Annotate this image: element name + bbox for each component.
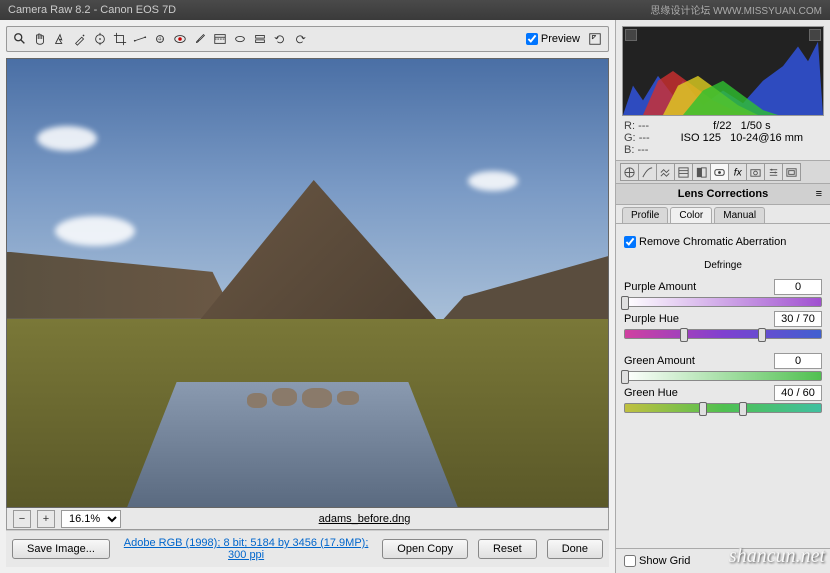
slider-thumb[interactable] bbox=[621, 296, 629, 310]
reset-button[interactable]: Reset bbox=[478, 539, 537, 559]
zoom-in-icon[interactable]: + bbox=[37, 510, 55, 528]
lens-correction-subtabs: Profile Color Manual bbox=[616, 205, 830, 224]
exif-readout: R: --- G: --- B: --- f/22 1/50 s ISO 125… bbox=[616, 116, 830, 161]
image-preview[interactable] bbox=[6, 58, 609, 508]
green-amount-input[interactable] bbox=[774, 353, 822, 369]
green-hue-value: 40 / 60 bbox=[774, 385, 822, 401]
adjustment-brush-tool-icon[interactable] bbox=[191, 30, 209, 48]
basic-tab-icon[interactable] bbox=[620, 163, 639, 181]
radial-filter-tool-icon[interactable] bbox=[231, 30, 249, 48]
preview-checkbox-input[interactable] bbox=[526, 33, 538, 45]
targeted-adjustment-tool-icon[interactable] bbox=[91, 30, 109, 48]
preview-label: Preview bbox=[541, 33, 580, 45]
green-amount-slider: Green Amount bbox=[624, 353, 822, 381]
top-toolbar: Preview bbox=[6, 26, 609, 52]
purple-hue-track[interactable] bbox=[624, 329, 822, 339]
snapshots-tab-icon[interactable] bbox=[782, 163, 801, 181]
preview-checkbox[interactable]: Preview bbox=[526, 33, 580, 45]
green-hue-slider: Green Hue 40 / 60 bbox=[624, 385, 822, 413]
rotate-ccw-icon[interactable] bbox=[271, 30, 289, 48]
defringe-section-title: Defringe bbox=[624, 260, 822, 271]
watermark-bottom: shancun.net bbox=[729, 545, 825, 568]
tone-curve-tab-icon[interactable] bbox=[638, 163, 657, 181]
profile-subtab[interactable]: Profile bbox=[622, 207, 668, 223]
remove-chromatic-aberration-checkbox[interactable]: Remove Chromatic Aberration bbox=[624, 236, 822, 248]
purple-hue-value: 30 / 70 bbox=[774, 311, 822, 327]
workflow-options-link[interactable]: Adobe RGB (1998); 8 bit; 5184 by 3456 (1… bbox=[120, 537, 372, 561]
split-toning-tab-icon[interactable] bbox=[692, 163, 711, 181]
zoom-bar: − + 16.1% adams_before.dng bbox=[6, 508, 609, 530]
red-eye-tool-icon[interactable] bbox=[171, 30, 189, 48]
photo-content bbox=[7, 59, 608, 507]
color-subtab[interactable]: Color bbox=[670, 207, 712, 223]
zoom-select[interactable]: 16.1% bbox=[61, 510, 121, 528]
panel-body: Remove Chromatic Aberration Defringe Pur… bbox=[616, 224, 830, 548]
detail-tab-icon[interactable] bbox=[656, 163, 675, 181]
fullscreen-icon[interactable] bbox=[586, 30, 604, 48]
manual-subtab[interactable]: Manual bbox=[714, 207, 765, 223]
slider-thumb[interactable] bbox=[621, 370, 629, 384]
done-button[interactable]: Done bbox=[547, 539, 603, 559]
svg-text:fx: fx bbox=[734, 167, 743, 178]
open-copy-button[interactable]: Open Copy bbox=[382, 539, 468, 559]
filename-label: adams_before.dng bbox=[127, 513, 602, 525]
hsl-tab-icon[interactable] bbox=[674, 163, 693, 181]
green-amount-track[interactable] bbox=[624, 371, 822, 381]
lens-corrections-tab-icon[interactable] bbox=[710, 163, 729, 181]
histogram[interactable] bbox=[622, 26, 824, 116]
color-sampler-tool-icon[interactable] bbox=[71, 30, 89, 48]
zoom-out-icon[interactable]: − bbox=[13, 510, 31, 528]
watermark-top: 思缘设计论坛 WWW.MISSYUAN.COM bbox=[650, 2, 822, 17]
graduated-filter-tool-icon[interactable] bbox=[211, 30, 229, 48]
slider-thumb-low[interactable] bbox=[680, 328, 688, 342]
preferences-icon[interactable] bbox=[251, 30, 269, 48]
slider-thumb-high[interactable] bbox=[758, 328, 766, 342]
adjustment-panel-tabs: fx bbox=[616, 161, 830, 184]
purple-amount-slider: Purple Amount bbox=[624, 279, 822, 307]
hand-tool-icon[interactable] bbox=[31, 30, 49, 48]
white-balance-tool-icon[interactable] bbox=[51, 30, 69, 48]
effects-tab-icon[interactable]: fx bbox=[728, 163, 747, 181]
purple-hue-slider: Purple Hue 30 / 70 bbox=[624, 311, 822, 339]
crop-tool-icon[interactable] bbox=[111, 30, 129, 48]
panel-title: Lens Corrections ≡ bbox=[616, 184, 830, 205]
rotate-cw-icon[interactable] bbox=[291, 30, 309, 48]
save-image-button[interactable]: Save Image... bbox=[12, 539, 110, 559]
bottom-bar: Save Image... Adobe RGB (1998); 8 bit; 5… bbox=[6, 530, 609, 567]
camera-calibration-tab-icon[interactable] bbox=[746, 163, 765, 181]
panel-menu-icon[interactable]: ≡ bbox=[816, 188, 822, 200]
purple-amount-input[interactable] bbox=[774, 279, 822, 295]
zoom-tool-icon[interactable] bbox=[11, 30, 29, 48]
right-panel: R: --- G: --- B: --- f/22 1/50 s ISO 125… bbox=[615, 20, 830, 573]
presets-tab-icon[interactable] bbox=[764, 163, 783, 181]
window-title: Camera Raw 8.2 - Canon EOS 7D bbox=[8, 4, 176, 16]
green-hue-track[interactable] bbox=[624, 403, 822, 413]
purple-amount-track[interactable] bbox=[624, 297, 822, 307]
slider-thumb-high[interactable] bbox=[739, 402, 747, 416]
slider-thumb-low[interactable] bbox=[699, 402, 707, 416]
spot-removal-tool-icon[interactable] bbox=[151, 30, 169, 48]
straighten-tool-icon[interactable] bbox=[131, 30, 149, 48]
